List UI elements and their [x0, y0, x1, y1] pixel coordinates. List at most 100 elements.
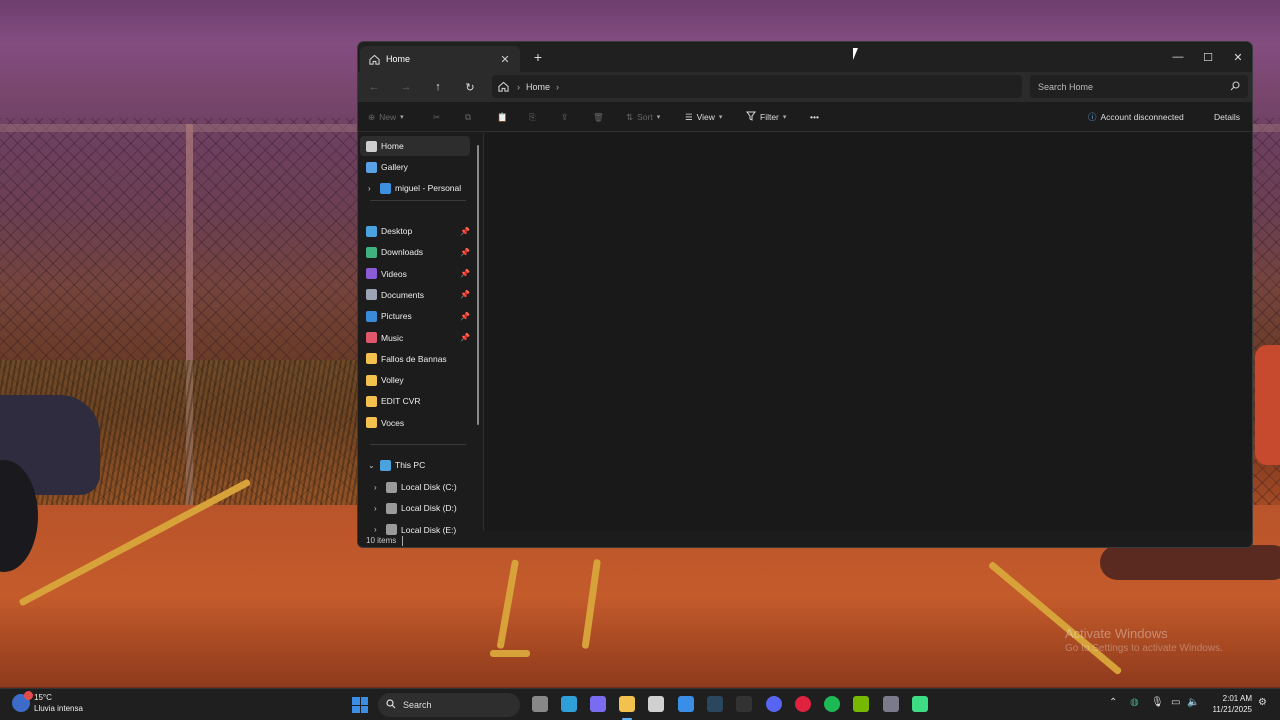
filter-label: Filter — [760, 112, 779, 122]
sidebar-item-label: Gallery — [381, 162, 408, 172]
new-button[interactable]: ⊕ New ▾ — [368, 108, 404, 126]
pin-icon[interactable]: 📌 — [460, 227, 470, 236]
sidebar-item-onedrive[interactable]: › miguel - Personal — [368, 178, 484, 198]
pin-icon[interactable]: 📌 — [460, 269, 470, 278]
parked-car-right — [1255, 345, 1280, 465]
file-explorer-icon[interactable] — [619, 696, 635, 712]
activate-windows-subtitle: Go to Settings to activate Windows. — [1065, 643, 1223, 654]
paste-icon[interactable]: 📋 — [497, 108, 508, 126]
breadcrumb-chevron-icon[interactable]: › — [556, 82, 559, 92]
chevron-up-icon[interactable]: ⌃ — [1109, 697, 1117, 708]
copy-icon[interactable]: ⧉ — [465, 108, 471, 126]
new-label: New — [379, 112, 397, 122]
details-button[interactable]: Details — [1214, 108, 1240, 126]
tab-close-icon[interactable]: ✕ — [498, 53, 512, 66]
sidebar-item-gallery[interactable]: Gallery — [360, 157, 470, 177]
clock[interactable]: 2:01 AM 11/21/2025 — [1206, 693, 1252, 715]
pin-icon[interactable]: 📌 — [460, 312, 470, 321]
sidebar-item-edit-cvr[interactable]: EDIT CVR — [360, 391, 470, 411]
nvidia-icon[interactable] — [853, 696, 869, 712]
sidebar-item-drive-1[interactable]: › Local Disk (D:) — [374, 498, 490, 518]
filter-icon — [746, 111, 756, 123]
sidebar-item-this-pc[interactable]: ⌄ This PC — [368, 455, 484, 475]
new-tab-button[interactable]: + — [530, 49, 546, 65]
steam-icon[interactable] — [707, 696, 723, 712]
copilot-icon[interactable] — [590, 696, 606, 712]
weather-widget[interactable]: 15°C Lluvia intensa — [12, 691, 83, 714]
home-icon[interactable] — [498, 81, 509, 92]
microsoft-store-icon[interactable] — [678, 696, 694, 712]
sidebar-item-fallos-de-bannas[interactable]: Fallos de Bannas — [360, 349, 470, 369]
back-button[interactable]: ← — [362, 76, 386, 98]
forward-button[interactable]: → — [394, 76, 418, 98]
sidebar-item-voces[interactable]: Voces — [360, 413, 470, 433]
opera-gx-icon[interactable] — [795, 696, 811, 712]
camera-icon[interactable] — [883, 696, 899, 712]
sidebar-scrollbar[interactable] — [477, 145, 479, 425]
title-bar[interactable]: Home ✕ + — ☐ ✕ — [358, 42, 1252, 72]
chevron-down-icon[interactable]: ⌄ — [368, 461, 375, 470]
breadcrumb-chevron-icon[interactable]: › — [517, 82, 520, 92]
android-studio-icon[interactable] — [912, 696, 928, 712]
edge-icon[interactable] — [561, 696, 577, 712]
pin-icon[interactable]: 📌 — [460, 248, 470, 257]
tab-title: Home — [386, 54, 411, 64]
roblox-studio-icon[interactable] — [648, 696, 664, 712]
volume-icon[interactable]: 🔈 — [1187, 697, 1199, 708]
sidebar-item-documents[interactable]: Documents 📌 — [360, 285, 470, 305]
chevron-right-icon[interactable]: › — [374, 504, 377, 513]
desktop-icon — [366, 225, 377, 237]
pin-icon[interactable]: 📌 — [460, 333, 470, 342]
more-options-button[interactable]: ••• — [810, 108, 819, 126]
refresh-button[interactable]: ↻ — [458, 76, 482, 98]
sidebar-item-drive-0[interactable]: › Local Disk (C:) — [374, 477, 490, 497]
folder-icon — [366, 395, 377, 407]
start-button[interactable] — [352, 697, 368, 713]
address-bar[interactable]: › Home › — [492, 75, 1022, 98]
search-icon[interactable] — [1230, 80, 1240, 93]
sidebar-item-label: Local Disk (D:) — [401, 503, 457, 514]
chevron-right-icon[interactable]: › — [374, 483, 377, 492]
search-input[interactable] — [1038, 81, 1230, 92]
close-button[interactable]: ✕ — [1223, 42, 1252, 72]
spotify-icon[interactable] — [824, 696, 840, 712]
file-list-area[interactable] — [484, 133, 1252, 531]
network-icon[interactable]: ▭ — [1171, 697, 1180, 708]
view-button[interactable]: ☰ View ▾ — [685, 108, 722, 126]
minimize-button[interactable]: — — [1163, 42, 1193, 72]
tab-home[interactable]: Home ✕ — [360, 46, 520, 72]
delete-icon[interactable]: 🗑 — [593, 108, 604, 126]
epic-games-icon[interactable] — [736, 696, 752, 712]
sidebar-item-desktop[interactable]: Desktop 📌 — [360, 221, 470, 241]
sort-button[interactable]: ⇅ Sort ▾ — [626, 108, 660, 126]
account-status[interactable]: ⓘ Account disconnected — [1088, 108, 1184, 126]
chevron-right-icon[interactable]: › — [368, 184, 371, 193]
pin-icon[interactable]: 📌 — [460, 290, 470, 299]
sidebar-item-label: Fallos de Bannas — [381, 353, 447, 364]
up-button[interactable]: ↑ — [426, 76, 450, 98]
onedrive-icon — [380, 182, 391, 194]
notifications-icon[interactable]: ⚙ — [1258, 697, 1267, 708]
microphone-icon[interactable]: 🎙 — [1151, 697, 1164, 708]
search-icon — [386, 699, 396, 711]
view-icon: ☰ — [685, 111, 693, 122]
sidebar-item-pictures[interactable]: Pictures 📌 — [360, 306, 470, 326]
task-view-icon[interactable] — [532, 696, 548, 712]
security-icon[interactable]: ◍ — [1130, 697, 1139, 708]
cut-icon[interactable]: ✂ — [433, 108, 440, 126]
sidebar-item-home[interactable]: Home — [360, 136, 470, 156]
clock-time: 2:01 AM — [1222, 694, 1252, 703]
sidebar-item-volley[interactable]: Volley — [360, 370, 470, 390]
sidebar-item-music[interactable]: Music 📌 — [360, 328, 470, 348]
maximize-button[interactable]: ☐ — [1193, 42, 1223, 72]
sidebar-item-label: Volley — [381, 375, 404, 386]
share-icon[interactable]: ⇪ — [561, 108, 568, 126]
search-box[interactable] — [1030, 75, 1248, 98]
filter-button[interactable]: Filter ▾ — [746, 108, 786, 126]
sidebar-item-videos[interactable]: Videos 📌 — [360, 264, 470, 284]
taskbar-search[interactable]: Search — [378, 693, 520, 717]
breadcrumb-home[interactable]: Home — [526, 82, 550, 92]
rename-icon[interactable]: ⎘ — [529, 108, 536, 126]
discord-icon[interactable] — [766, 696, 782, 712]
sidebar-item-downloads[interactable]: Downloads 📌 — [360, 242, 470, 262]
